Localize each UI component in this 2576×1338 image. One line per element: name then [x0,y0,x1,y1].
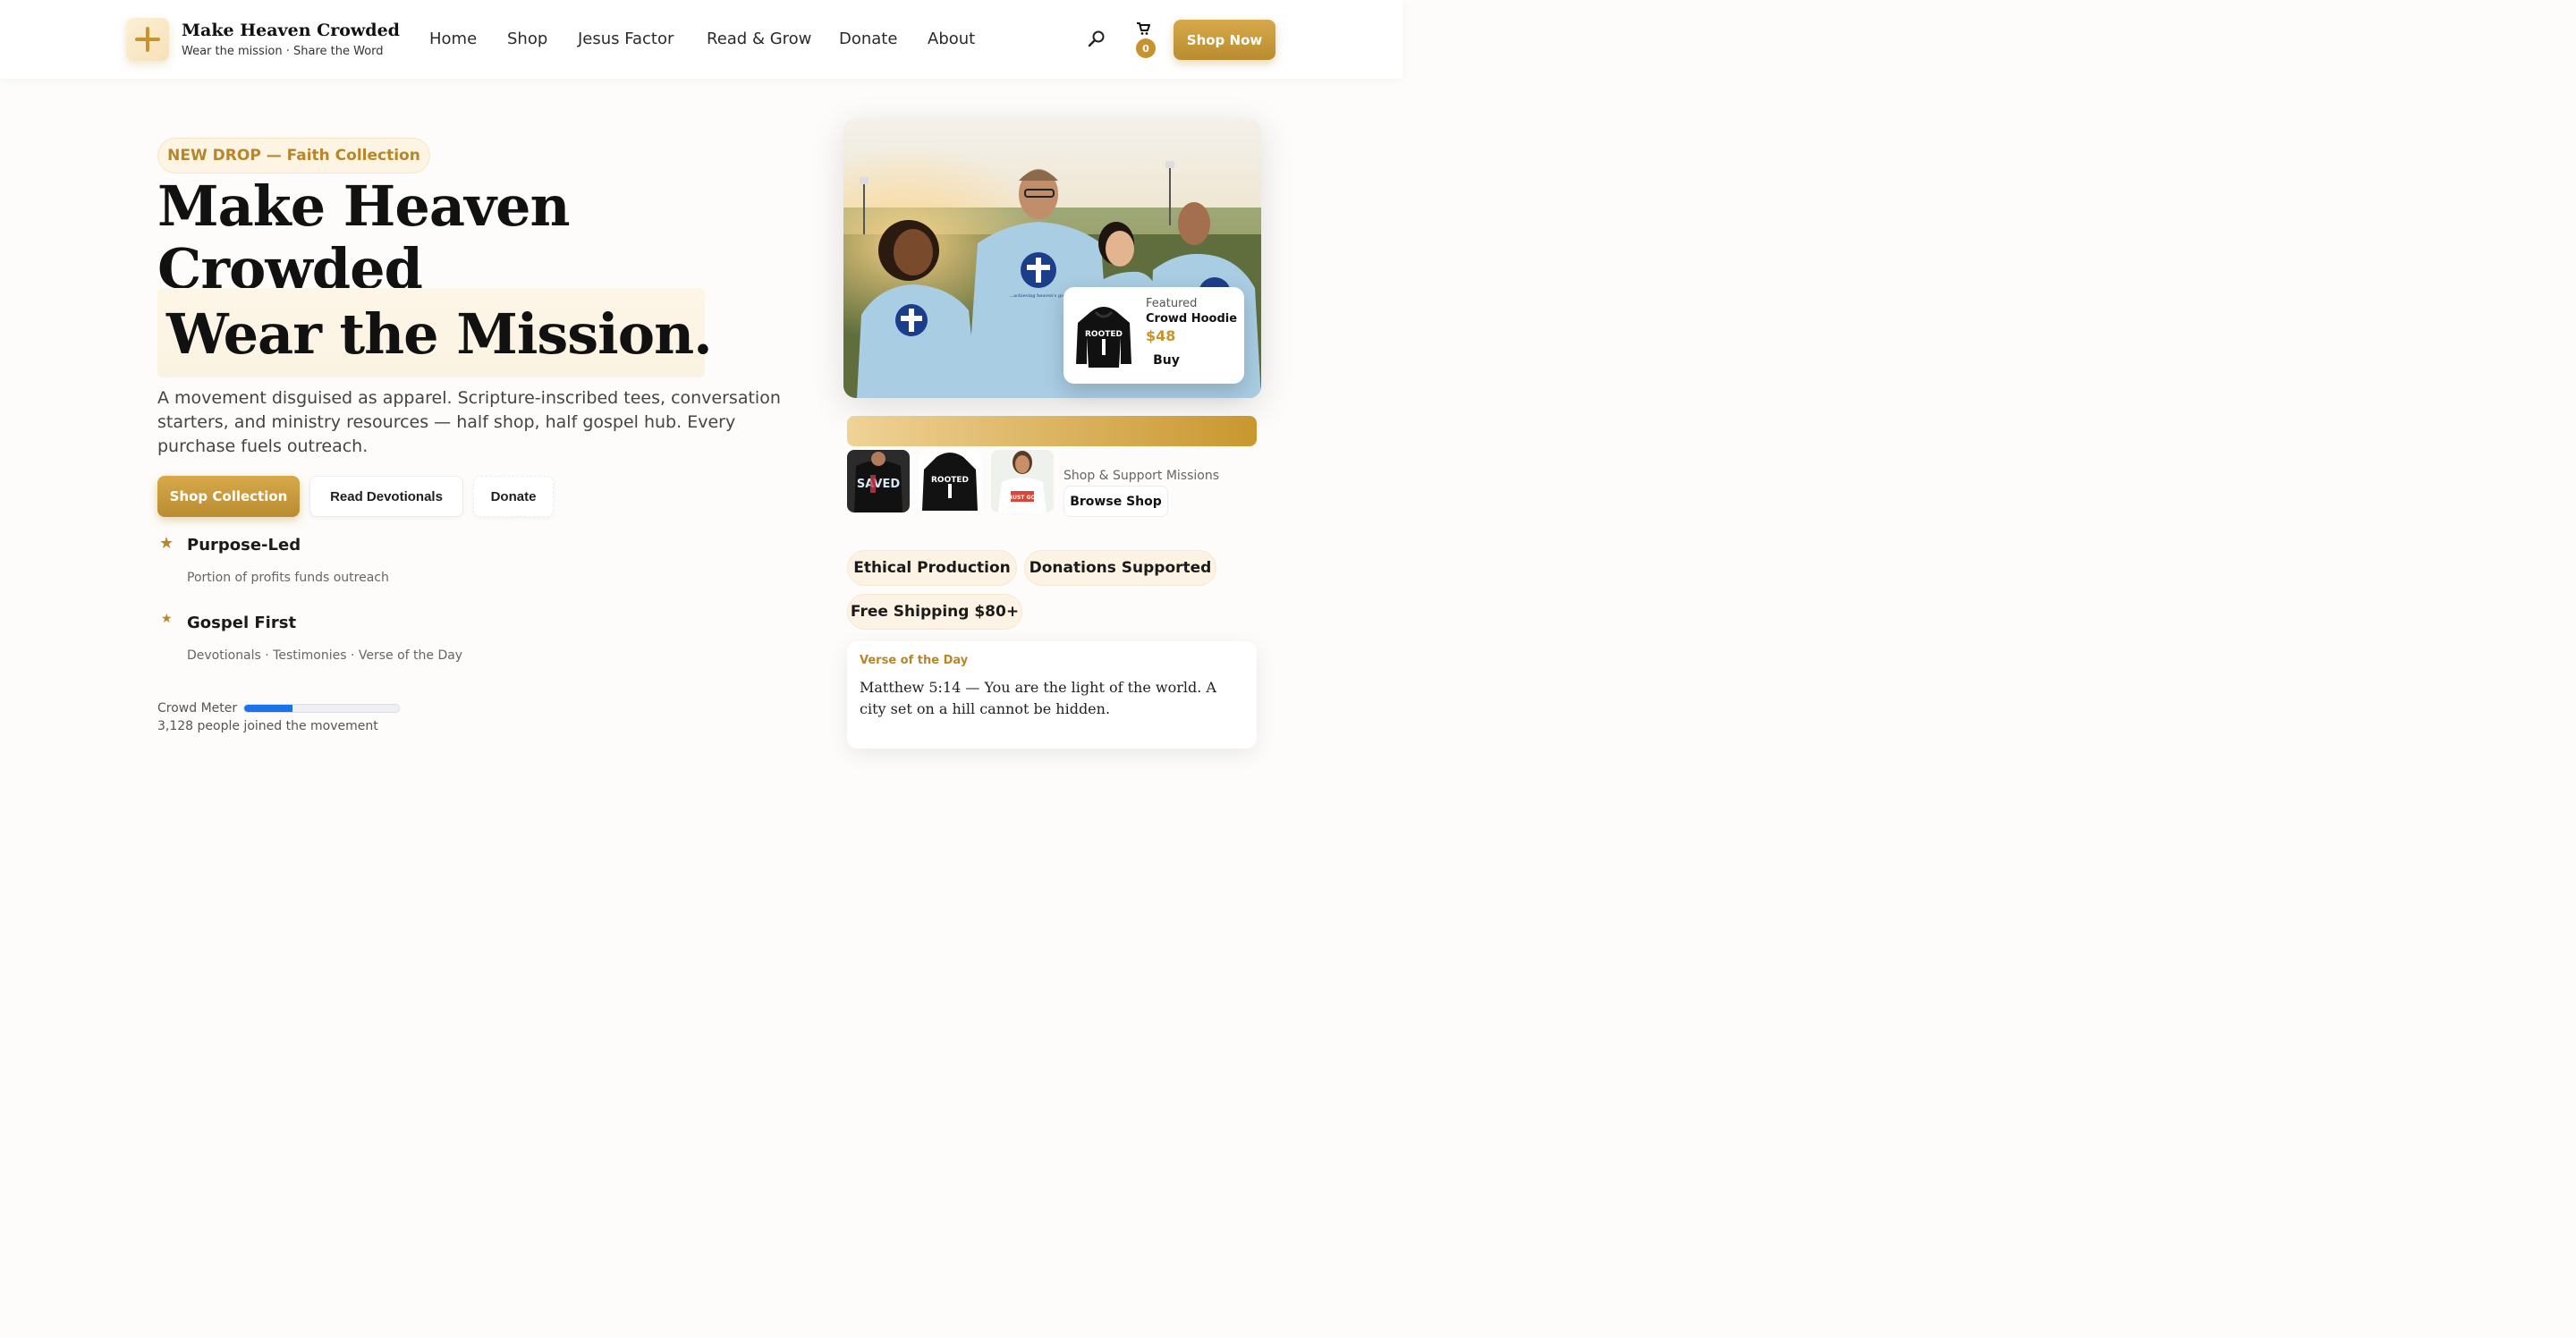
hero-description: A movement disguised as apparel. Scriptu… [157,388,781,456]
cart-icon[interactable] [1136,21,1150,36]
hero-title-line-1: Make Heaven [157,174,571,239]
buy-button[interactable]: Buy [1146,350,1187,371]
feature-title-purpose: Purpose-Led [187,536,301,555]
featured-product-price: $48 [1146,327,1176,344]
nav-jesus-factor[interactable]: Jesus Factor [578,30,674,48]
star-icon: ★ [161,612,173,626]
site-header: Make Heaven Crowded Wear the mission · S… [0,0,1402,79]
nav-about[interactable]: About [928,30,975,48]
crowd-meter-bar [243,704,400,713]
nav-read-grow[interactable]: Read & Grow [707,30,811,48]
donate-button[interactable]: Donate [473,476,554,517]
thumb-text-trust: TRUST GOD [1004,495,1039,501]
tag-donations-supported: Donations Supported [1024,550,1216,586]
feature-title-gospel: Gospel First [187,614,297,632]
shop-collection-button[interactable]: Shop Collection [157,476,300,517]
nav-donate[interactable]: Donate [839,30,897,48]
search-icon[interactable] [1087,30,1106,49]
hero-title-line-3: Wear the Mission. [166,301,713,367]
crowd-meter-count: 3,128 people joined the movement [157,719,378,733]
plus-logo-icon[interactable] [126,18,169,61]
verse-label: Verse of the Day [860,654,969,667]
verse-text: Matthew 5:14 — You are the light of the … [860,679,1216,717]
thumbnail-saved-tee[interactable]: SAVED [847,450,910,512]
crowd-meter-label: Crowd Meter [157,701,238,716]
feature-subtitle-gospel: Devotionals · Testimonies · Verse of the… [187,648,463,663]
verse-of-the-day-card: Verse of the Day Matthew 5:14 — You are … [847,641,1257,749]
shop-now-button[interactable]: Shop Now [1174,20,1275,60]
featured-label: Featured [1146,297,1198,310]
thumb-text-saved: SAVED [857,478,900,491]
shirt-print-text: ...achieving heaven's goal [1009,293,1068,299]
nav-shop[interactable]: Shop [507,30,547,48]
crowd-meter-fill [244,705,292,712]
read-devotionals-button[interactable]: Read Devotionals [309,476,463,517]
hoodie-image: ROOTED [1076,307,1131,368]
tag-free-shipping: Free Shipping $80+ [847,594,1022,630]
nav-home[interactable]: Home [429,30,477,48]
thumbnail-rooted-hoodie[interactable]: ROOTED [919,450,981,512]
thumbnail-woman-tee[interactable]: TRUST GOD [991,450,1054,512]
hero-title: Make Heaven Crowded [157,174,571,301]
feature-subtitle-purpose: Portion of profits funds outreach [187,571,389,585]
featured-product-card[interactable]: ROOTED Featured Crowd Hoodie $48 Buy [1063,287,1244,384]
tag-ethical-production: Ethical Production [847,550,1017,586]
star-icon: ★ [159,534,174,553]
hoodie-print-text: ROOTED [1085,330,1123,339]
thumb-text-rooted: ROOTED [931,476,969,485]
gold-banner [847,416,1257,446]
brand-name[interactable]: Make Heaven Crowded [182,21,400,40]
new-drop-badge: NEW DROP — Faith Collection [157,138,430,174]
cart-count-badge[interactable]: 0 [1136,38,1156,58]
support-label: Shop & Support Missions [1063,469,1220,483]
brand-tagline: Wear the mission · Share the Word [182,45,384,58]
browse-shop-button[interactable]: Browse Shop [1063,486,1168,517]
featured-product-name: Crowd Hoodie [1146,312,1238,326]
